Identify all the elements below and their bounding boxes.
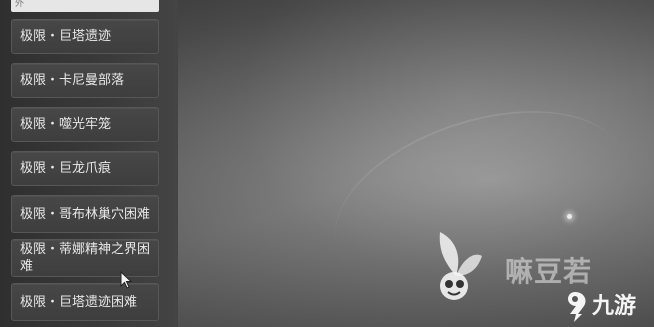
dungeon-item-giant-tower-ruins[interactable]: 极限・巨塔遗迹 <box>11 19 159 54</box>
watermark-text: 嘛豆若 <box>505 255 593 288</box>
mouse-pointer-icon <box>120 271 133 289</box>
dungeon-item-label: 极限・巨塔遗迹困难 <box>20 294 138 310</box>
dungeon-item-label: 极限・哥布林巢穴困难 <box>20 206 151 222</box>
dungeon-item-giant-tower-ruins-hard[interactable]: 极限・巨塔遗迹困难 <box>11 283 159 321</box>
brand-logo: 九游 <box>560 289 652 325</box>
dungeon-item-dragon-claw-scar[interactable]: 极限・巨龙爪痕 <box>11 151 159 186</box>
nine-game-logo-icon <box>568 292 586 322</box>
dungeon-item-tina-spirit-realm-hard[interactable]: 极限・蒂娜精神之界困难 <box>11 239 159 277</box>
dungeon-item-label: 极限・巨塔遗迹 <box>20 29 112 44</box>
dungeon-item-label: 极限・巨龙爪痕 <box>20 161 112 176</box>
dungeon-item-light-devouring-cage[interactable]: 极限・噬光牢笼 <box>11 107 159 142</box>
dungeon-item-label: 极限・蒂娜精神之界困难 <box>20 242 151 274</box>
leaf-mascot-logo-icon <box>439 232 482 300</box>
dungeon-item-label: 极限・噬光牢笼 <box>20 117 112 132</box>
sparkle-icon <box>567 214 572 219</box>
dungeon-item-kaniman-tribe[interactable]: 极限・卡尼曼部落 <box>11 63 159 98</box>
brand-text: 九游 <box>592 294 637 319</box>
game-screen: 外 极限・巨塔遗迹 极限・卡尼曼部落 极限・噬光牢笼 极限・巨龙爪痕 极限・哥布… <box>0 0 654 327</box>
dungeon-list: 极限・巨塔遗迹 极限・卡尼曼部落 极限・噬光牢笼 极限・巨龙爪痕 极限・哥布林巢… <box>11 19 159 327</box>
scroll-top-label: 外 <box>15 0 25 9</box>
scroll-top-item[interactable]: 外 <box>11 0 159 12</box>
dungeon-item-goblin-nest-hard[interactable]: 极限・哥布林巢穴困难 <box>11 195 159 233</box>
dungeon-item-label: 极限・卡尼曼部落 <box>20 73 125 88</box>
